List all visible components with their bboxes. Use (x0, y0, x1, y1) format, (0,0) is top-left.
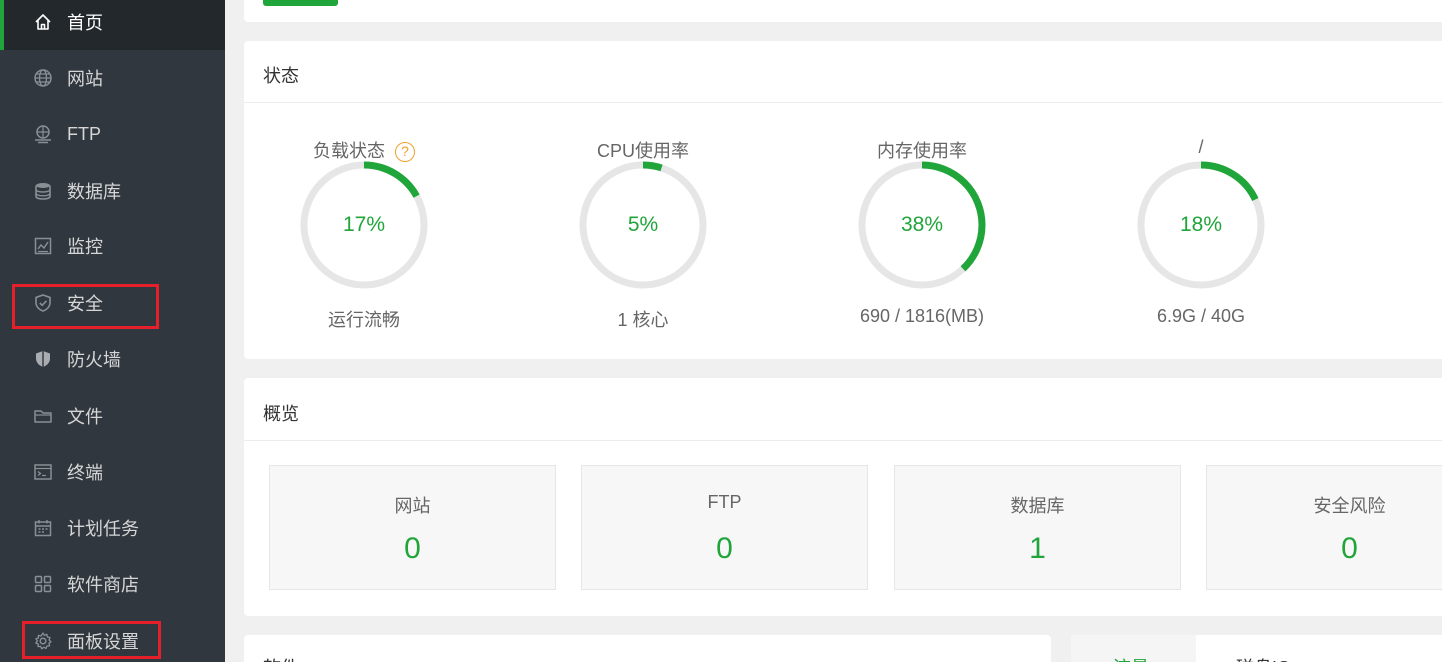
status-panel: 状态 负载状态? 17% 运行流畅 CPU使用率 5% 1 核心 内存使用率 3… (244, 41, 1442, 359)
terminal-icon (33, 462, 53, 482)
overview-card-security-risk[interactable]: 安全风险 0 (1206, 465, 1442, 590)
software-title: 软件 (263, 654, 299, 662)
sidebar-item-label: 面板设置 (67, 632, 139, 652)
sidebar-item-files[interactable]: 文件 (0, 388, 225, 444)
sidebar-item-home[interactable]: 首页 (0, 0, 225, 50)
gauge-title: 负载状态? (264, 137, 464, 163)
sidebar: 首页 网站 FTP 数据库 监控 安全 防火墙 文件 终端 计划任务 软件商店 … (0, 0, 225, 662)
gauge-subtitle: 1 核心 (617, 310, 669, 330)
overview-card-ftp[interactable]: FTP 0 (581, 465, 868, 590)
gear-icon (33, 631, 53, 651)
software-panel: 软件 (244, 635, 1051, 662)
sidebar-item-label: 终端 (67, 463, 103, 483)
tab-disk-io[interactable]: 磁盘IO (1196, 635, 1336, 662)
sidebar-item-label: 计划任务 (67, 519, 139, 539)
help-icon[interactable]: ? (395, 142, 415, 162)
card-label: 网站 (394, 496, 431, 516)
gauge-subtitle: 690 / 1816(MB) (859, 306, 985, 326)
database-icon (33, 181, 53, 201)
grid-icon (33, 574, 53, 594)
sidebar-item-label: 数据库 (67, 182, 121, 202)
green-button-edge[interactable] (263, 0, 338, 6)
gauge-value: 5% (627, 213, 659, 236)
overview-card-database[interactable]: 数据库 1 (894, 465, 1181, 590)
overview-card-website[interactable]: 网站 0 (269, 465, 556, 590)
gauge-subtitle: 运行流畅 (328, 310, 400, 330)
card-value[interactable]: 0 (582, 532, 867, 566)
sidebar-item-label: 监控 (67, 237, 103, 257)
tab-label: 流量 (1113, 654, 1149, 662)
gauge-value: 18% (1179, 213, 1223, 236)
sidebar-item-monitor[interactable]: 监控 (0, 218, 225, 274)
sidebar-item-panel-settings[interactable]: 面板设置 (0, 613, 225, 662)
globe-icon (33, 68, 53, 88)
card-value[interactable]: 0 (1207, 532, 1442, 566)
divider (244, 440, 1442, 441)
status-title: 状态 (263, 66, 299, 86)
tab-label: 磁盘IO (1236, 654, 1291, 662)
gauge-title: 内存使用率 (877, 141, 967, 161)
gauge-subtitle: 6.9G / 40G (1156, 306, 1246, 326)
firewall-shield-icon (33, 349, 53, 369)
sidebar-item-label: 防火墙 (67, 350, 121, 370)
sidebar-item-cron[interactable]: 计划任务 (0, 500, 225, 556)
gauge-value: 38% (900, 213, 944, 236)
divider (244, 102, 1442, 103)
sidebar-item-label: 网站 (67, 69, 103, 89)
sidebar-item-label: 安全 (67, 294, 103, 314)
gauge-memory[interactable]: 内存使用率 38% 690 / 1816(MB) (822, 137, 1022, 347)
sidebar-item-label: 首页 (67, 13, 103, 33)
traffic-panel: 流量 磁盘IO (1071, 635, 1442, 662)
tab-traffic[interactable]: 流量 (1071, 635, 1196, 662)
home-icon (33, 12, 53, 32)
sidebar-item-label: 软件商店 (67, 575, 139, 595)
sidebar-item-ftp[interactable]: FTP (0, 106, 225, 162)
calendar-icon (33, 518, 53, 538)
card-label: 数据库 (1010, 496, 1065, 516)
sidebar-item-store[interactable]: 软件商店 (0, 556, 225, 612)
card-value[interactable]: 0 (270, 532, 555, 566)
gauge-disk[interactable]: / 18% 6.9G / 40G (1101, 137, 1301, 347)
sidebar-item-database[interactable]: 数据库 (0, 163, 225, 219)
sidebar-item-firewall[interactable]: 防火墙 (0, 331, 225, 387)
card-label: 安全风险 (1313, 496, 1386, 516)
sidebar-item-label: 文件 (67, 407, 103, 427)
gauge-title: CPU使用率 (596, 141, 689, 161)
sidebar-item-security[interactable]: 安全 (0, 275, 225, 331)
gauge-title: / (1198, 137, 1204, 157)
gauge-cpu[interactable]: CPU使用率 5% 1 核心 (543, 137, 743, 347)
sidebar-item-terminal[interactable]: 终端 (0, 444, 225, 500)
gauge-value: 17% (342, 213, 386, 236)
shield-check-icon (33, 293, 53, 313)
sidebar-item-label: FTP (67, 123, 101, 144)
card-value[interactable]: 1 (895, 532, 1180, 566)
sidebar-item-website[interactable]: 网站 (0, 50, 225, 106)
top-panel (244, 0, 1442, 22)
monitor-icon (33, 236, 53, 256)
ftp-icon (33, 124, 53, 144)
folder-icon (33, 406, 53, 426)
overview-title: 概览 (263, 404, 299, 424)
card-label: FTP (707, 492, 742, 512)
gauge-load[interactable]: 负载状态? 17% 运行流畅 (264, 137, 464, 347)
